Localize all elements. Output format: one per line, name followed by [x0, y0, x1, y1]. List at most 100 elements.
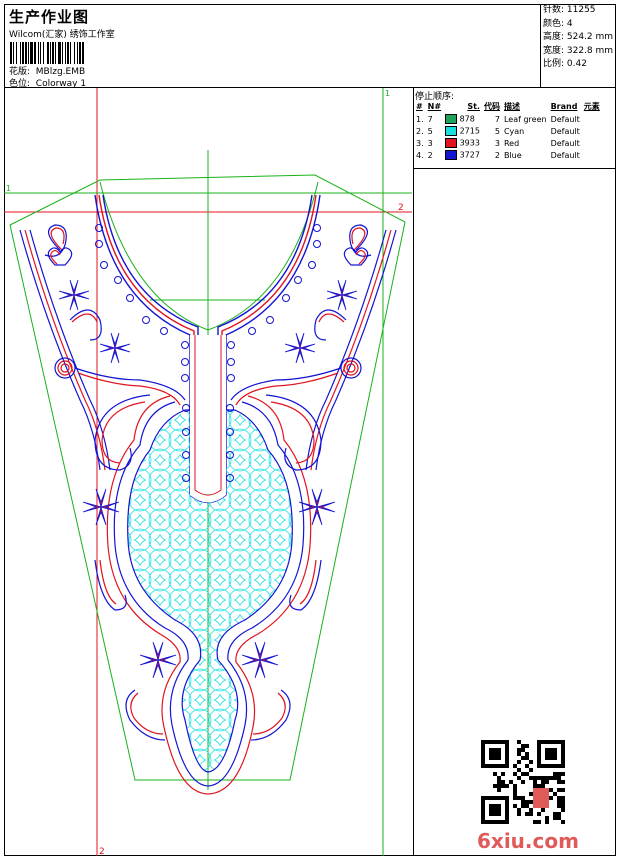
embroidery-design-canvas: 1 1 2 2	[4, 88, 412, 857]
qr-module	[553, 816, 557, 820]
qr-module	[533, 776, 537, 780]
stop-row-index: 3.	[416, 138, 424, 148]
stop-row-brand: Default	[550, 150, 580, 160]
qr-module	[529, 792, 533, 796]
qr-module	[541, 784, 545, 788]
qr-module	[529, 808, 533, 812]
qr-module	[561, 820, 565, 824]
stitch-count: 针数: 11255	[543, 5, 596, 15]
stop-row-stitches: 3933	[443, 137, 482, 149]
qr-module	[561, 804, 565, 808]
stitch-count-value: 878	[459, 114, 475, 124]
qr-module	[529, 768, 533, 772]
stop-row: 4. 2 3727 2 Blue Default	[414, 149, 602, 161]
qr-finder	[545, 748, 557, 760]
stop-row-description: Red	[503, 138, 520, 148]
color-swatch	[445, 138, 458, 148]
qr-module	[493, 784, 497, 788]
qr-module	[513, 784, 517, 788]
qr-module	[537, 820, 541, 824]
qr-module	[501, 784, 505, 788]
color-count: 颜色: 4	[543, 18, 573, 29]
qr-module	[557, 804, 561, 808]
qr-module	[521, 780, 525, 784]
stop-row: 1. 7 878 7 Leaf green Default	[414, 113, 602, 125]
qr-module	[537, 812, 541, 816]
color-swatch	[445, 114, 458, 124]
qr-module	[525, 764, 529, 768]
qr-module	[525, 772, 529, 776]
qr-module	[497, 784, 501, 788]
qr-module	[505, 784, 509, 788]
qr-module	[513, 804, 517, 808]
stop-row: 3. 3 3933 3 Red Default	[414, 137, 602, 149]
qr-module	[493, 772, 497, 776]
qr-module	[549, 776, 553, 780]
stop-sequence-table: # N# St. 代码 描述 Brand 元素 1. 7 878 7 Leaf gre…	[414, 100, 602, 161]
flower-left-2	[99, 332, 131, 364]
qr-module	[509, 780, 513, 784]
qr-module	[513, 764, 517, 768]
stop-row-brand: Default	[550, 114, 580, 124]
stop-row-description: Cyan	[503, 126, 525, 136]
stop-row-brand: Default	[550, 138, 580, 148]
qr-module	[525, 800, 529, 804]
qr-module	[557, 796, 561, 800]
flower-right-mid	[298, 488, 336, 526]
stop-row: 2. 5 2715 5 Cyan Default	[414, 125, 602, 137]
qr-module	[529, 800, 533, 804]
guide-marker-1-left: 1	[6, 184, 11, 193]
qr-module	[525, 756, 529, 760]
stop-row-needle: 7	[427, 114, 433, 124]
design-width: 宽度: 322.8 mm	[543, 45, 614, 56]
qr-seal-logo	[533, 788, 549, 808]
stop-row-index: 1.	[416, 114, 424, 124]
stop-row-element	[582, 149, 602, 161]
stop-row-code: 7	[494, 114, 500, 124]
qr-module	[501, 772, 505, 776]
qr-module	[529, 760, 533, 764]
qr-finder	[489, 748, 501, 760]
stitch-count-value: 3933	[459, 138, 480, 148]
stop-row-stitches: 2715	[443, 125, 482, 137]
guide-marker-2-right: 2	[398, 203, 404, 213]
col-code: 代码	[483, 102, 500, 111]
stop-row-index: 2.	[416, 126, 424, 136]
stitch-count-value: 2715	[459, 126, 480, 136]
design-height: 高度: 524.2 mm	[543, 32, 614, 42]
qr-module	[517, 776, 521, 780]
col-element: 元素	[583, 102, 600, 111]
qr-module	[497, 776, 501, 780]
col-stitches: St.	[467, 102, 480, 111]
qr-module	[513, 796, 517, 800]
stop-row-brand: Default	[550, 126, 580, 136]
neckline-guide	[99, 181, 319, 331]
color-swatch	[445, 126, 458, 136]
flower-left-mid	[82, 488, 120, 526]
qr-module	[513, 788, 517, 792]
qr-module	[521, 748, 525, 752]
qr-module	[557, 788, 561, 792]
qr-module	[541, 808, 545, 812]
qr-module	[553, 792, 557, 796]
qr-module	[521, 744, 525, 748]
qr-module	[561, 800, 565, 804]
qr-module	[553, 776, 557, 780]
qr-module	[521, 756, 525, 760]
qr-module	[497, 780, 501, 784]
stop-table-header: # N# St. 代码 描述 Brand 元素	[414, 100, 602, 113]
col-brand: Brand	[550, 102, 578, 111]
qr-module	[553, 772, 557, 776]
stop-row-needle: 5	[427, 126, 433, 136]
qr-module	[545, 776, 549, 780]
qr-module	[513, 772, 517, 776]
qr-module	[537, 776, 541, 780]
qr-module	[557, 816, 561, 820]
col-needle: N#	[427, 102, 442, 111]
color-swatch	[445, 150, 458, 160]
qr-module	[521, 800, 525, 804]
stop-row-needle: 3	[427, 138, 433, 148]
qr-module	[561, 808, 565, 812]
col-index: #	[416, 102, 423, 111]
qr-module	[545, 820, 549, 824]
